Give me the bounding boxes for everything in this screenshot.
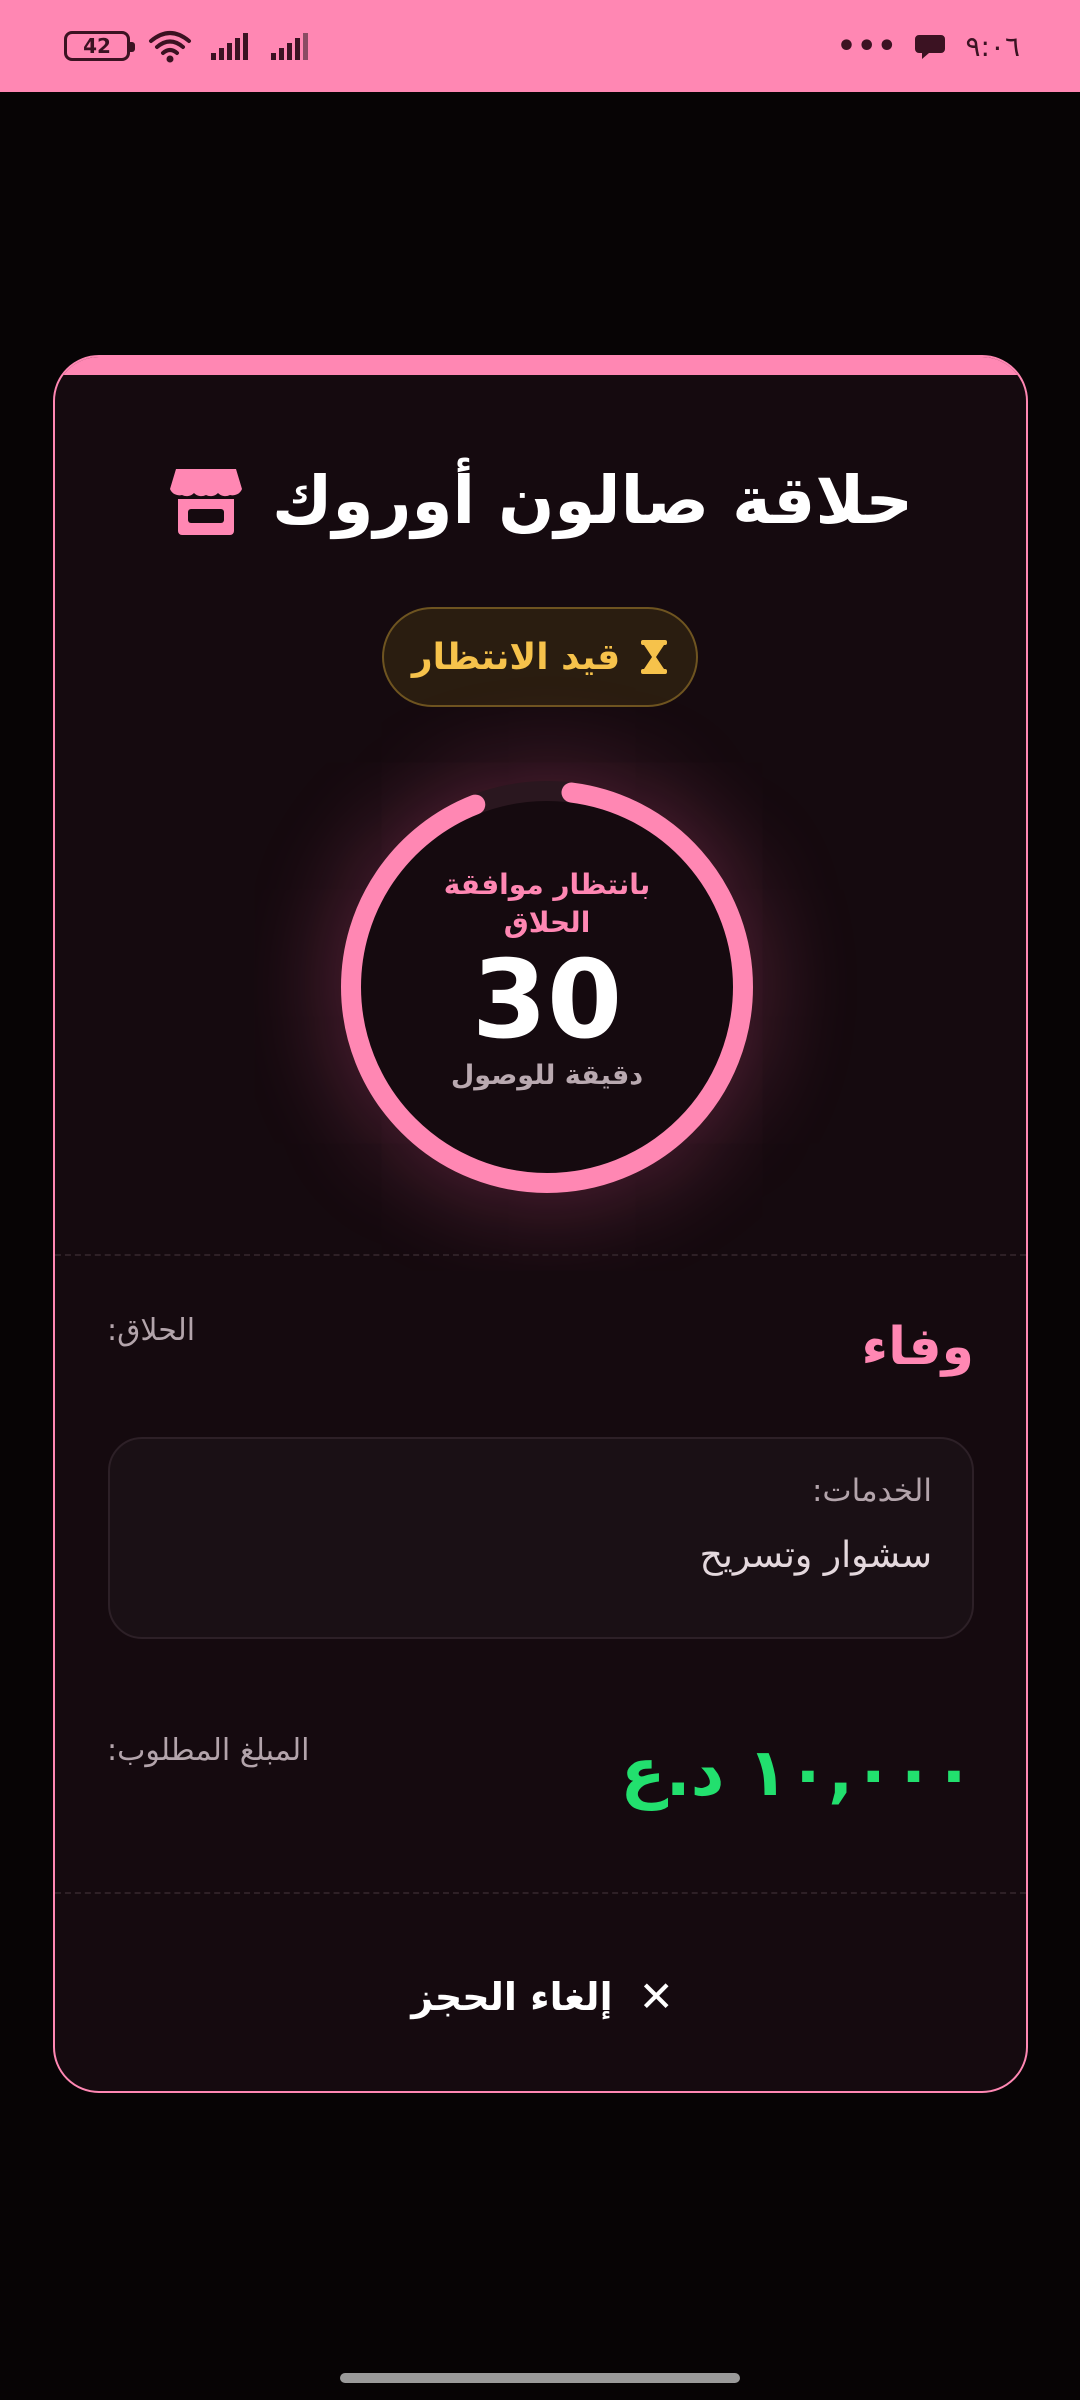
- cancel-label: إلغاء الحجز: [411, 1975, 613, 2019]
- divider: [55, 1254, 1026, 1256]
- barber-name: وفاء: [861, 1317, 974, 1377]
- status-badge: قيد الانتظار: [382, 607, 698, 707]
- status-label: قيد الانتظار: [411, 636, 621, 678]
- card-accent-bar: [55, 357, 1026, 375]
- services-box: الخدمات: سشوار وتسريح: [108, 1437, 974, 1639]
- status-bar-left: 42: [64, 29, 312, 63]
- battery-level: 42: [83, 34, 111, 58]
- signal-icon: [271, 33, 308, 60]
- divider: [55, 1892, 1026, 1894]
- price-label: المبلغ المطلوب:: [107, 1733, 310, 1768]
- salon-title: حلاقة صالون أوروك: [271, 462, 914, 539]
- title-row: حلاقة صالون أوروك: [55, 462, 1026, 539]
- hourglass-icon: [641, 640, 668, 674]
- price-value: ١٠,٠٠٠ د.ع: [620, 1733, 974, 1811]
- barber-label: الحلاق:: [107, 1313, 196, 1348]
- message-icon: [915, 35, 946, 59]
- store-icon: [169, 468, 242, 535]
- home-indicator[interactable]: [340, 2373, 740, 2383]
- more-dots: •••: [836, 28, 898, 64]
- barber-row: وفاء الحلاق:: [107, 1307, 974, 1387]
- status-bar: 42 ••• ٩:٠٦: [0, 0, 1080, 92]
- cancel-booking-button[interactable]: ✕ إلغاء الحجز: [355, 1957, 730, 2037]
- ring-minutes: 30: [471, 938, 623, 1063]
- ring-text: بانتظار موافقة الحلاق 30 دقيقة للوصول: [337, 777, 757, 1197]
- ring-status-text: بانتظار موافقة الحلاق: [443, 868, 651, 939]
- battery-icon: 42: [64, 31, 135, 61]
- ring-unit: دقيقة للوصول: [450, 1060, 644, 1091]
- price-row: ١٠,٠٠٠ د.ع المبلغ المطلوب:: [107, 1727, 974, 1817]
- services-label: الخدمات:: [811, 1473, 932, 1509]
- services-value: سشوار وتسريح: [699, 1535, 932, 1576]
- booking-card: حلاقة صالون أوروك قيد الانتظار بانتظار م…: [53, 355, 1028, 2093]
- status-bar-right: ••• ٩:٠٦: [837, 29, 1020, 64]
- close-icon: ✕: [638, 1972, 674, 2021]
- signal-icon: [211, 33, 248, 60]
- countdown-ring: بانتظار موافقة الحلاق 30 دقيقة للوصول: [337, 777, 757, 1197]
- status-time: ٩:٠٦: [965, 29, 1020, 63]
- wifi-icon: [149, 31, 191, 63]
